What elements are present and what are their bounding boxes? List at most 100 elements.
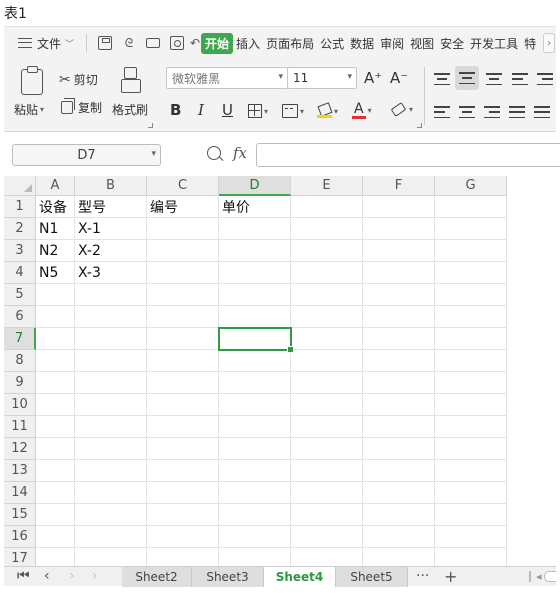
cell-a14[interactable] [36,482,75,504]
cell-c8[interactable] [147,350,219,372]
cell-b9[interactable] [75,372,147,394]
cell-b1[interactable]: 型号 [75,196,147,218]
cell-a3[interactable]: N2 [36,240,75,262]
cell-d7[interactable] [219,328,291,350]
cell-d9[interactable] [219,372,291,394]
decrease-indent-icon[interactable] [512,72,528,86]
cell-a13[interactable] [36,460,75,482]
cell-c3[interactable] [147,240,219,262]
cell-b15[interactable] [75,504,147,526]
cell-d15[interactable] [219,504,291,526]
cell-a2[interactable]: N1 [36,218,75,240]
cell-d14[interactable] [219,482,291,504]
cell-b6[interactable] [75,306,147,328]
tab-2[interactable]: 页面布局 [263,35,317,52]
tab-7[interactable]: 安全 [437,35,467,52]
column-header-g[interactable]: G [435,176,507,196]
row-header-14[interactable]: 14 [4,482,36,504]
cell-c2[interactable] [147,218,219,240]
clear-button[interactable]: ▾ [390,102,413,117]
row-header-7[interactable]: 7 [4,328,36,350]
add-sheet-icon[interactable]: + [444,567,457,586]
cell-c4[interactable] [147,262,219,284]
italic-button[interactable]: I [198,101,204,119]
more-tabs-button[interactable]: › [543,33,556,53]
font-size-select[interactable]: 11 ▾ [287,67,357,89]
cell-d2[interactable] [219,218,291,240]
align-top-icon[interactable] [434,72,450,86]
cell-g5[interactable] [435,284,507,306]
cell-f6[interactable] [363,306,435,328]
cell-c10[interactable] [147,394,219,416]
cell-a9[interactable] [36,372,75,394]
align-left-icon[interactable] [434,105,450,119]
row-header-3[interactable]: 3 [4,240,36,262]
cell-g7[interactable] [435,328,507,350]
tab-8[interactable]: 开发工具 [467,35,521,52]
cell-a6[interactable] [36,306,75,328]
cell-d5[interactable] [219,284,291,306]
row-header-16[interactable]: 16 [4,526,36,548]
cell-c6[interactable] [147,306,219,328]
align-middle-button[interactable] [455,66,479,90]
cell-e1[interactable] [291,196,363,218]
cell-b16[interactable] [75,526,147,548]
row-header-6[interactable]: 6 [4,306,36,328]
row-header-8[interactable]: 8 [4,350,36,372]
undo-history-icon[interactable]: ᘓ [122,36,136,50]
cell-e10[interactable] [291,394,363,416]
cell-g4[interactable] [435,262,507,284]
tab-9[interactable]: 特 [521,35,539,52]
cell-a7[interactable] [36,328,75,350]
cell-b5[interactable] [75,284,147,306]
cell-e14[interactable] [291,482,363,504]
cell-e9[interactable] [291,372,363,394]
cell-c15[interactable] [147,504,219,526]
save-icon[interactable] [98,36,113,50]
cell-b3[interactable]: X-2 [75,240,147,262]
cell-a12[interactable] [36,438,75,460]
cell-f4[interactable] [363,262,435,284]
sheet-tab-sheet5[interactable]: Sheet5 [336,567,408,587]
cell-format-button[interactable]: ▾ [282,104,304,118]
cell-a5[interactable] [36,284,75,306]
cell-g15[interactable] [435,504,507,526]
tab-5[interactable]: 审阅 [377,35,407,52]
format-painter-button[interactable] [121,67,141,93]
cell-g14[interactable] [435,482,507,504]
last-sheet-icon[interactable]: › [92,568,98,585]
increase-font-icon[interactable]: A⁺ [364,69,382,87]
cell-a1[interactable]: 设备 [36,196,75,218]
column-header-c[interactable]: C [147,176,219,196]
cell-g2[interactable] [435,218,507,240]
cell-g3[interactable] [435,240,507,262]
cell-d8[interactable] [219,350,291,372]
first-sheet-icon[interactable]: ⏮ [17,568,30,585]
cell-e12[interactable] [291,438,363,460]
paste-menu[interactable]: 粘贴 ▾ [14,101,44,118]
print-preview-icon[interactable] [170,36,185,50]
cell-b13[interactable] [75,460,147,482]
cell-d1[interactable]: 单价 [219,196,291,218]
cell-g12[interactable] [435,438,507,460]
tab-6[interactable]: 视图 [407,35,437,52]
cell-e13[interactable] [291,460,363,482]
cell-d12[interactable] [219,438,291,460]
cell-d13[interactable] [219,460,291,482]
cell-b12[interactable] [75,438,147,460]
cell-c1[interactable]: 编号 [147,196,219,218]
cell-a10[interactable] [36,394,75,416]
cell-e11[interactable] [291,416,363,438]
align-bottom-icon[interactable] [486,72,502,86]
clipboard-launcher-icon[interactable] [148,123,153,128]
cell-b4[interactable]: X-3 [75,262,147,284]
cell-c17[interactable] [147,548,219,566]
cell-e7[interactable] [291,328,363,350]
cell-g16[interactable] [435,526,507,548]
justify-icon[interactable] [509,105,525,119]
increase-indent-icon[interactable] [537,72,553,86]
row-header-15[interactable]: 15 [4,504,36,526]
cell-f2[interactable] [363,218,435,240]
zoom-icon[interactable] [207,146,221,160]
cell-c11[interactable] [147,416,219,438]
